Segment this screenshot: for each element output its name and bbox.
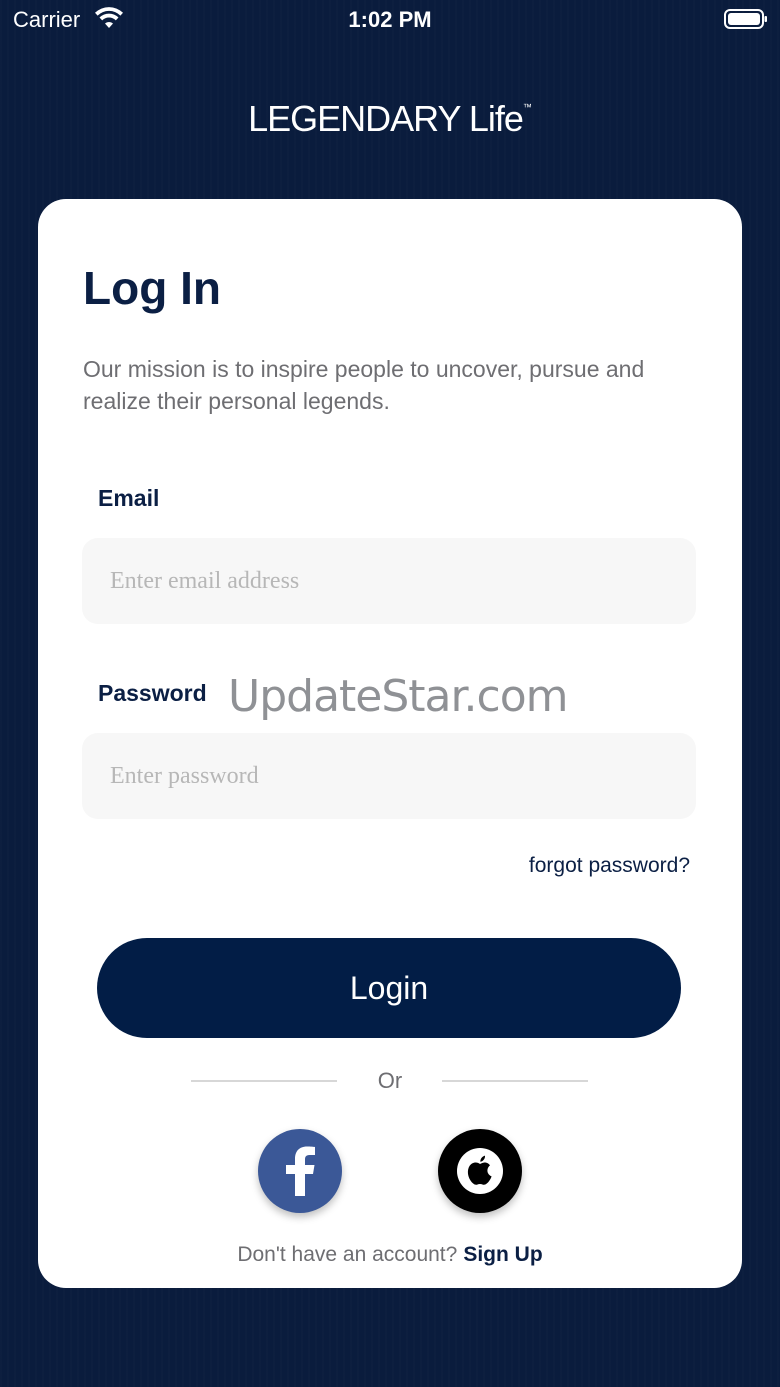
email-field[interactable]	[82, 538, 696, 624]
clock: 1:02 PM	[348, 7, 432, 32]
mission-text: Our mission is to inspire people to unco…	[83, 356, 645, 414]
no-account-text: Don't have an account?	[237, 1243, 458, 1266]
apple-icon	[457, 1148, 503, 1194]
battery-icon	[724, 9, 767, 29]
login-card: Log In Our mission is to inspire people …	[38, 199, 742, 1288]
facebook-icon	[286, 1146, 315, 1196]
apple-login-button[interactable]	[438, 1129, 522, 1213]
forgot-password-link[interactable]: forgot password?	[529, 854, 690, 878]
status-bar: Carrier 1:02 PM	[0, 0, 780, 40]
watermark: UpdateStar.com	[228, 671, 569, 722]
brand-name: LEGENDARY Life	[248, 98, 524, 139]
page-title: Log In	[83, 262, 221, 314]
facebook-login-button[interactable]	[258, 1129, 342, 1213]
email-label: Email	[98, 485, 160, 511]
or-label: Or	[377, 1068, 403, 1093]
password-label: Password	[98, 680, 207, 706]
password-field[interactable]	[82, 733, 696, 819]
login-button[interactable]: Login	[97, 938, 681, 1038]
signup-link[interactable]: Sign Up	[463, 1243, 542, 1266]
brand-trademark: ™	[522, 102, 532, 112]
brand-logo: LEGENDARY Life™	[0, 98, 780, 140]
divider-right	[442, 1080, 588, 1082]
signup-row: Don't have an account? Sign Up	[38, 1243, 742, 1267]
